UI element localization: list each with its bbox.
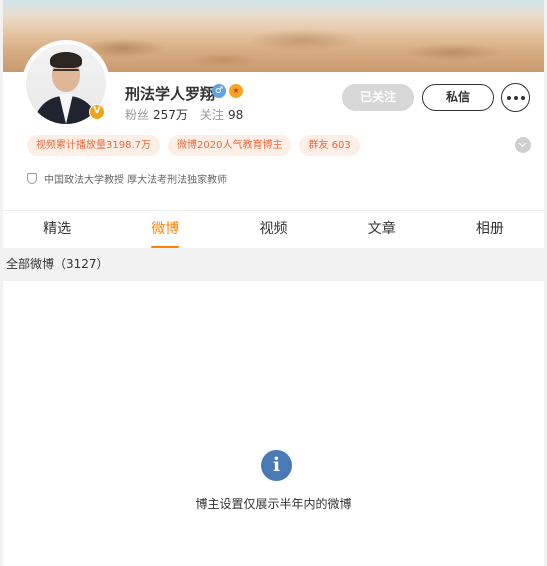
tab-video[interactable]: 视频 [219, 211, 327, 248]
profile-page: V 刑法学人罗翔 ♂ ★ 粉丝 257万 关注 98 已关注 私信 视频累计播放量31… [0, 0, 547, 566]
tab-articles[interactable]: 文章 [328, 211, 436, 248]
tab-weibo[interactable]: 微博 [111, 211, 219, 248]
profile-tags: 视频累计播放量3198.7万 微博2020人气教育博主 群友 603 [27, 135, 360, 156]
profile-tabs: 精选 微博 视频 文章 相册 [3, 210, 544, 248]
tag-popular-blogger[interactable]: 微博2020人气教育博主 [168, 135, 292, 156]
more-dots-icon [507, 96, 525, 100]
fans-label[interactable]: 粉丝 [125, 108, 149, 122]
follow-count[interactable]: 98 [228, 108, 243, 122]
male-gender-icon: ♂ [212, 84, 226, 98]
profile-stats: 粉丝 257万 关注 98 [125, 106, 255, 123]
follow-label[interactable]: 关注 [200, 108, 224, 122]
tag-group-friends[interactable]: 群友 603 [299, 135, 360, 156]
tab-album[interactable]: 相册 [436, 211, 544, 248]
more-options-button[interactable] [501, 83, 530, 112]
followed-button[interactable]: 已关注 [342, 84, 414, 111]
profile-name: 刑法学人罗翔 [125, 85, 216, 103]
message-button[interactable]: 私信 [422, 84, 494, 111]
tab-featured[interactable]: 精选 [3, 211, 111, 248]
shield-icon [27, 173, 37, 184]
fans-count[interactable]: 257万 [153, 108, 188, 122]
empty-state-message: 博主设置仅展示半年内的微博 [195, 497, 352, 511]
expand-chevron-icon[interactable] [515, 137, 531, 153]
verified-badge-icon: V [89, 104, 105, 120]
info-icon: i [261, 450, 292, 481]
tag-video-plays[interactable]: 视频累计播放量3198.7万 [27, 135, 160, 156]
description-text: 中国政法大学教授 厚大法考刑法独家教师 [44, 175, 228, 186]
section-title: 全部微博（3127） [0, 248, 547, 281]
medal-icon: ★ [229, 84, 243, 98]
profile-description: 中国政法大学教授 厚大法考刑法独家教师 [27, 171, 227, 186]
